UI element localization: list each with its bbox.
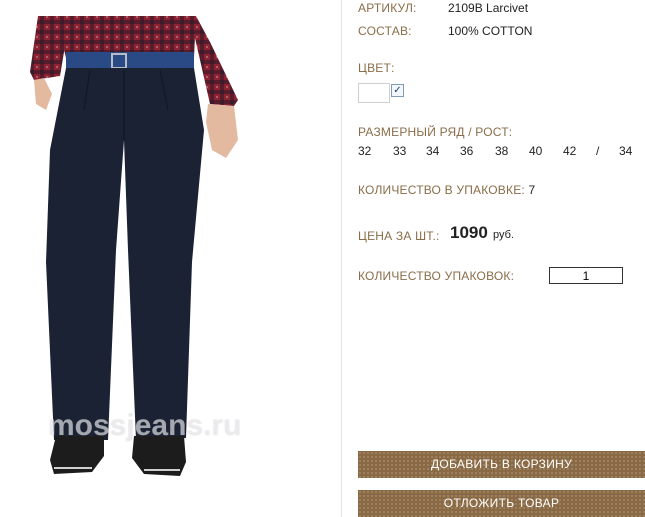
size-list: 32 33 34 36 38 40 42 / 34 — [358, 144, 638, 160]
size-item: 36 — [460, 144, 474, 158]
article-label: АРТИКУЛ: — [358, 1, 417, 15]
color-checkbox[interactable]: ✓ — [391, 84, 404, 97]
price-unit: руб. — [493, 229, 514, 241]
article-value: 2109B Larcivet — [448, 1, 529, 15]
size-separator: / — [596, 144, 600, 158]
height-item: 34 — [619, 144, 633, 158]
packs-label: КОЛИЧЕСТВО УПАКОВОК: — [358, 269, 515, 283]
column-divider — [341, 0, 342, 517]
watermark-text: mossjeans.ru — [48, 409, 242, 442]
add-to-cart-button[interactable]: ДОБАВИТЬ В КОРЗИНУ — [358, 451, 645, 478]
composition-value: 100% COTTON — [448, 24, 533, 38]
size-item: 33 — [393, 144, 407, 158]
product-photo: mossjeans.ru — [0, 0, 340, 517]
size-item: 40 — [529, 144, 543, 158]
size-item: 38 — [495, 144, 509, 158]
price-label: ЦЕНА ЗА ШТ.: — [358, 229, 440, 243]
size-item: 32 — [358, 144, 372, 158]
composition-label: СОСТАВ: — [358, 24, 412, 38]
color-swatch[interactable] — [358, 83, 390, 103]
pack-qty-label-text: КОЛИЧЕСТВО В УПАКОВКЕ: — [358, 183, 525, 197]
size-label: РАЗМЕРНЫЙ РЯД / РОСТ: — [358, 125, 513, 139]
size-item: 34 — [426, 144, 440, 158]
color-label: ЦВЕТ: — [358, 61, 395, 75]
pack-qty-label: КОЛИЧЕСТВО В УПАКОВКЕ: 7 — [358, 183, 535, 197]
size-item: 42 — [563, 144, 577, 158]
postpone-button[interactable]: ОТЛОЖИТЬ ТОВАР — [358, 490, 645, 517]
packs-quantity-input[interactable] — [549, 267, 623, 284]
pack-qty-value: 7 — [528, 183, 536, 197]
price-value: 1090 — [450, 223, 488, 242]
